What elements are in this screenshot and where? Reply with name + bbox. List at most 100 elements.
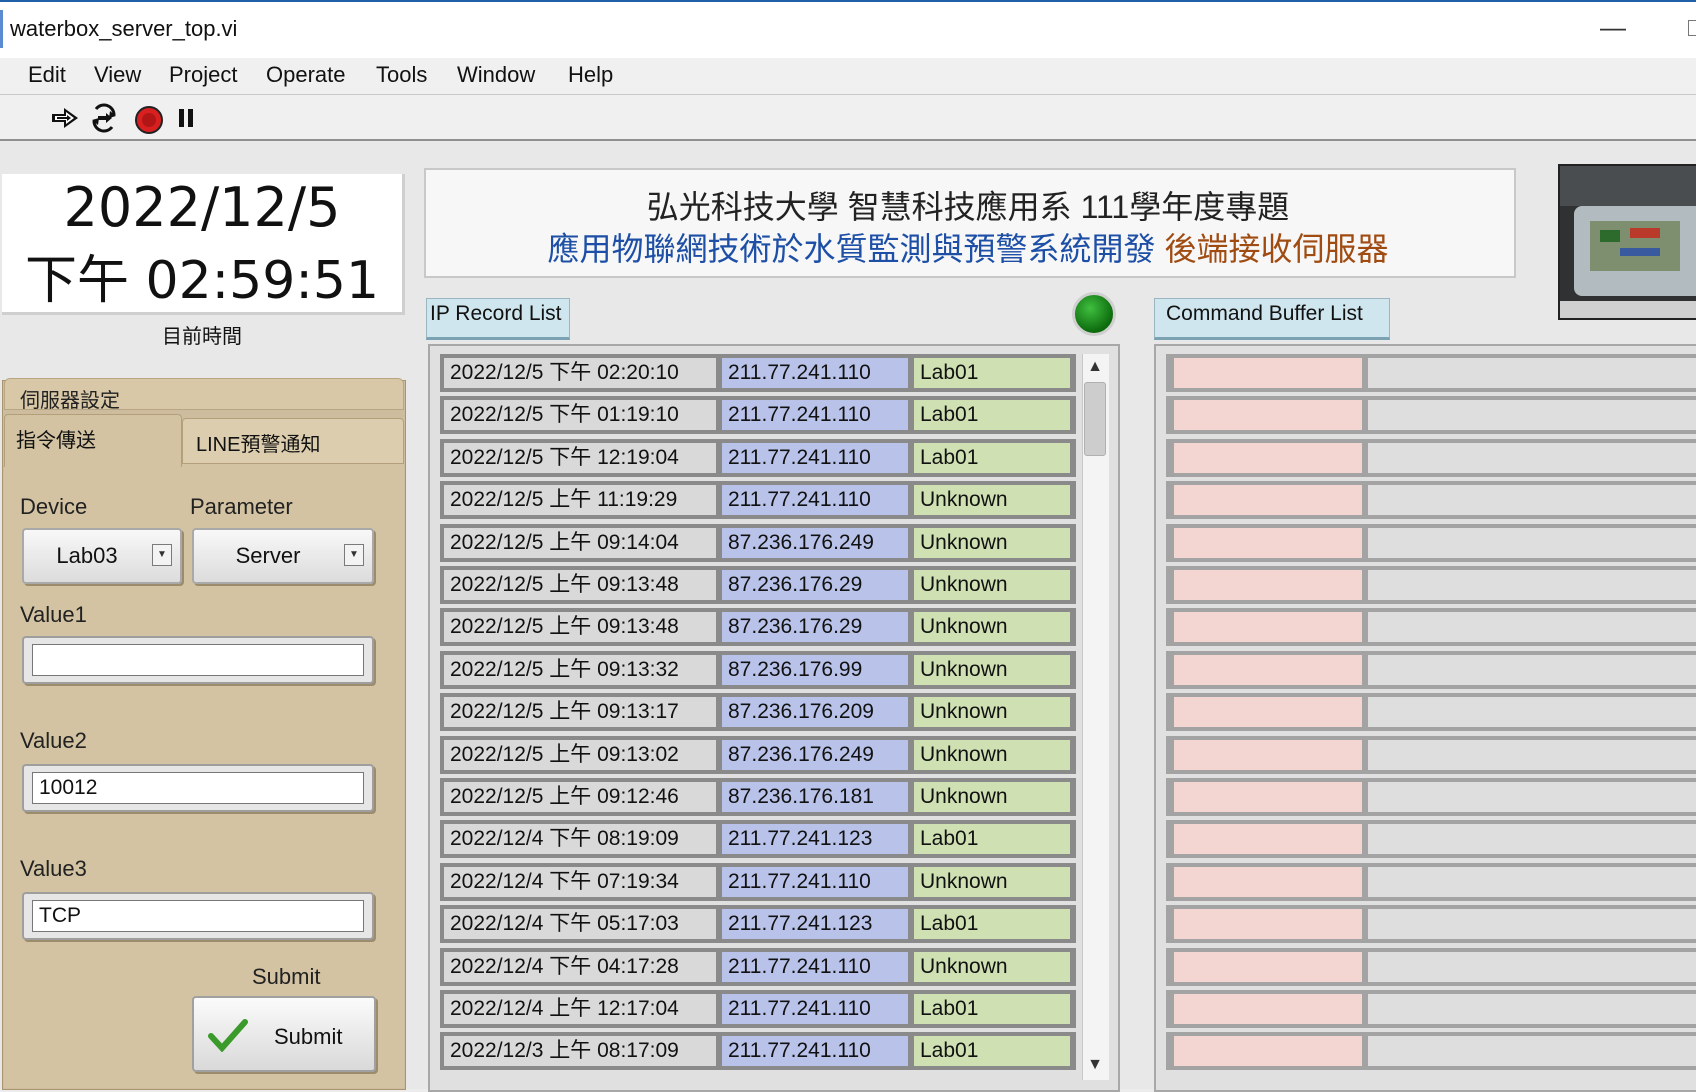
command-cell [1368,697,1696,727]
table-row[interactable]: 2022/12/5 上午 09:13:32 87.236.176.99 Unknow… [440,651,1076,689]
value2-input[interactable]: 10012 [32,772,364,804]
command-cell [1174,867,1362,897]
table-row[interactable] [1166,820,1696,858]
ip-row-address: 211.77.241.123 [722,824,908,854]
scroll-thumb[interactable] [1084,382,1106,456]
device-select[interactable]: Lab03 ▼ [22,528,182,584]
table-row[interactable]: 2022/12/5 下午 02:20:10 211.77.241.110 Lab01 [440,354,1076,392]
ip-row-time: 2022/12/5 上午 09:13:17 [444,697,716,727]
window-title: waterbox_server_top.vi [10,16,238,41]
table-row[interactable]: 2022/12/4 下午 07:19:34 211.77.241.110 Unkno… [440,863,1076,901]
menu-project[interactable]: Project [169,62,237,88]
title-edge [0,10,3,48]
command-cell [1368,824,1696,854]
command-cell [1368,994,1696,1024]
ip-row-time: 2022/12/4 下午 08:19:09 [444,824,716,854]
ip-row-device: Lab01 [914,443,1070,473]
table-row[interactable]: 2022/12/5 上午 09:13:48 87.236.176.29 Unknow… [440,608,1076,646]
table-row[interactable]: 2022/12/4 下午 05:17:03 211.77.241.123 Lab01 [440,905,1076,943]
ip-row-time: 2022/12/4 下午 07:19:34 [444,867,716,897]
table-row[interactable]: 2022/12/5 上午 09:12:46 87.236.176.181 Unkno… [440,778,1076,816]
ip-row-device: Unknown [914,740,1070,770]
menu-window[interactable]: Window [457,62,535,88]
toolbar [0,95,1696,139]
table-row[interactable] [1166,566,1696,604]
command-cell [1368,1036,1696,1066]
ip-row-time: 2022/12/5 下午 01:19:10 [444,400,716,430]
ip-row-address: 211.77.241.110 [722,443,908,473]
menu-view[interactable]: View [94,62,141,88]
ip-row-time: 2022/12/4 下午 05:17:03 [444,909,716,939]
menu-bar: Edit View Project Operate Tools Window H… [0,58,1696,94]
value1-input[interactable] [32,644,364,676]
value3-input[interactable]: TCP [32,900,364,932]
table-row[interactable] [1166,736,1696,774]
ip-row-address: 211.77.241.110 [722,400,908,430]
ip-row-time: 2022/12/5 上午 09:12:46 [444,782,716,812]
command-cell [1174,485,1362,515]
pause-icon[interactable] [178,107,196,131]
ip-list-scrollbar[interactable] [1082,354,1109,1080]
table-row[interactable]: 2022/12/4 下午 04:17:28 211.77.241.110 Unkno… [440,948,1076,986]
table-row[interactable]: 2022/12/3 上午 08:17:09 211.77.241.110 Lab01 [440,1032,1076,1070]
table-row[interactable] [1166,396,1696,434]
table-row[interactable]: 2022/12/5 上午 09:13:02 87.236.176.249 Unkno… [440,736,1076,774]
menu-tools[interactable]: Tools [376,62,427,88]
table-row[interactable]: 2022/12/5 上午 11:19:29 211.77.241.110 Unkno… [440,481,1076,519]
table-row[interactable] [1166,524,1696,562]
table-row[interactable]: 2022/12/4 下午 08:19:09 211.77.241.123 Lab01 [440,820,1076,858]
table-row[interactable] [1166,1032,1696,1070]
table-row[interactable] [1166,481,1696,519]
table-row[interactable] [1166,651,1696,689]
ip-row-device: Unknown [914,867,1070,897]
ip-row-address: 211.77.241.110 [722,952,908,982]
table-row[interactable]: 2022/12/5 上午 09:13:48 87.236.176.29 Unknow… [440,566,1076,604]
table-row[interactable] [1166,439,1696,477]
menu-help[interactable]: Help [568,62,613,88]
command-cell [1174,782,1362,812]
table-row[interactable]: 2022/12/4 上午 12:17:04 211.77.241.110 Lab01 [440,990,1076,1028]
value1-label: Value1 [20,602,87,627]
minimize-button[interactable]: — [1600,12,1626,43]
ip-row-time: 2022/12/4 上午 12:17:04 [444,994,716,1024]
run-continuously-icon[interactable] [88,103,120,133]
command-cell [1368,570,1696,600]
ip-row-device: Unknown [914,782,1070,812]
status-led [1072,292,1116,336]
tab-server-settings-label: 伺服器設定 [20,390,120,412]
table-row[interactable] [1166,354,1696,392]
banner-title: 弘光科技大學 智慧科技應用系 111學年度專題 [646,189,1290,225]
banner-subtitle-role: 後端接收伺服器 [1164,231,1389,267]
value3-field[interactable]: TCP [22,892,374,940]
menu-edit[interactable]: Edit [28,62,66,88]
table-row[interactable] [1166,905,1696,943]
table-row[interactable]: 2022/12/5 上午 09:13:17 87.236.176.209 Unkno… [440,693,1076,731]
table-row[interactable]: 2022/12/5 下午 01:19:10 211.77.241.110 Lab01 [440,396,1076,434]
value2-field[interactable]: 10012 [22,764,374,812]
ip-row-address: 87.236.176.29 [722,612,908,642]
table-row[interactable] [1166,693,1696,731]
checkmark-icon [208,1019,248,1052]
menu-operate[interactable]: Operate [266,62,346,88]
table-row[interactable]: 2022/12/5 上午 09:14:04 87.236.176.249 Unkno… [440,524,1076,562]
table-row[interactable] [1166,863,1696,901]
ip-row-device: Unknown [914,528,1070,558]
scroll-up-icon[interactable]: ▲ [1082,358,1108,376]
run-arrow-icon[interactable] [50,105,80,131]
table-row[interactable] [1166,990,1696,1028]
device-label: Device [20,494,88,519]
command-cell [1174,528,1362,558]
scroll-down-icon[interactable]: ▼ [1082,1056,1108,1074]
ip-row-time: 2022/12/5 下午 02:20:10 [444,358,716,388]
table-row[interactable] [1166,948,1696,986]
command-cell [1368,740,1696,770]
parameter-select[interactable]: Server ▼ [192,528,374,584]
maximize-button[interactable] [1688,20,1696,36]
value1-field[interactable] [22,636,374,684]
table-row[interactable] [1166,778,1696,816]
abort-stop-icon[interactable] [134,105,164,135]
ip-row-device: Lab01 [914,909,1070,939]
submit-caption: Submit [252,964,321,989]
table-row[interactable]: 2022/12/5 下午 12:19:04 211.77.241.110 Lab01 [440,439,1076,477]
table-row[interactable] [1166,608,1696,646]
